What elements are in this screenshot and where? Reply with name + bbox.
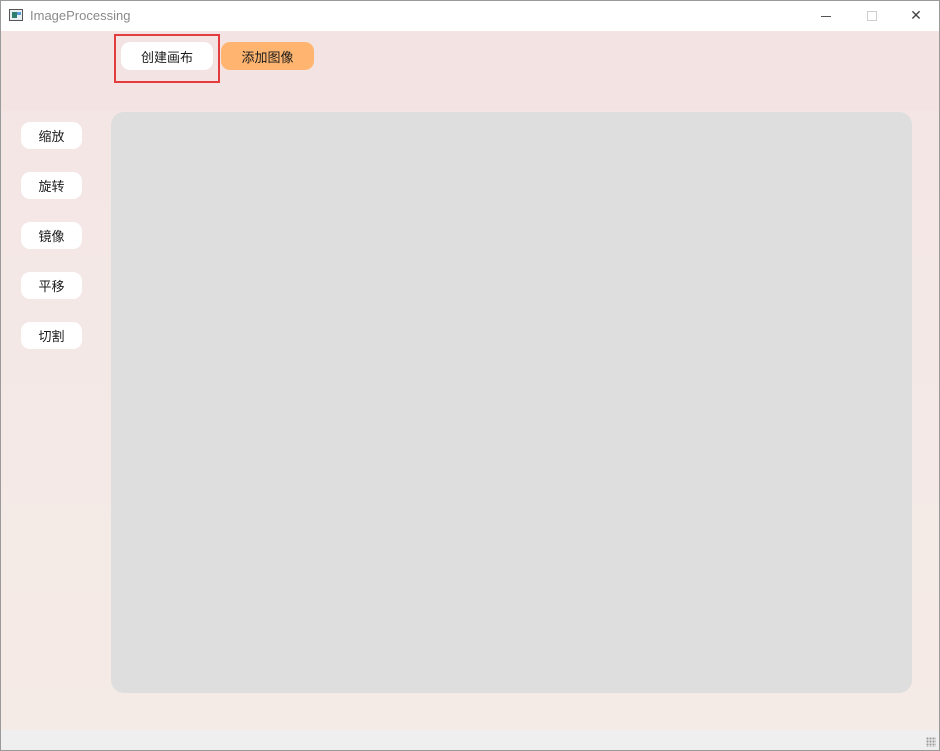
app-icon — [9, 9, 23, 21]
rotate-button[interactable]: 旋转 — [21, 172, 82, 199]
scale-button[interactable]: 缩放 — [21, 122, 82, 149]
create-canvas-button[interactable]: 创建画布 — [121, 42, 213, 70]
close-button[interactable]: ✕ — [893, 1, 939, 31]
window-title: ImageProcessing — [30, 8, 131, 23]
mirror-button[interactable]: 镜像 — [21, 222, 82, 249]
app-window: ImageProcessing ✕ 创建画布 添加图像 缩放 旋转 镜像 平移 … — [0, 0, 940, 751]
image-canvas[interactable] — [111, 112, 912, 693]
title-bar[interactable]: ImageProcessing ✕ — [1, 1, 939, 31]
add-image-button[interactable]: 添加图像 — [221, 42, 314, 70]
maximize-button[interactable] — [849, 1, 895, 31]
crop-button[interactable]: 切割 — [21, 322, 82, 349]
resize-grip-icon[interactable] — [926, 737, 936, 747]
status-bar — [1, 730, 939, 750]
close-icon: ✕ — [910, 8, 922, 24]
maximize-icon — [867, 11, 877, 21]
translate-button[interactable]: 平移 — [21, 272, 82, 299]
minimize-icon — [821, 15, 831, 17]
minimize-button[interactable] — [803, 1, 849, 31]
